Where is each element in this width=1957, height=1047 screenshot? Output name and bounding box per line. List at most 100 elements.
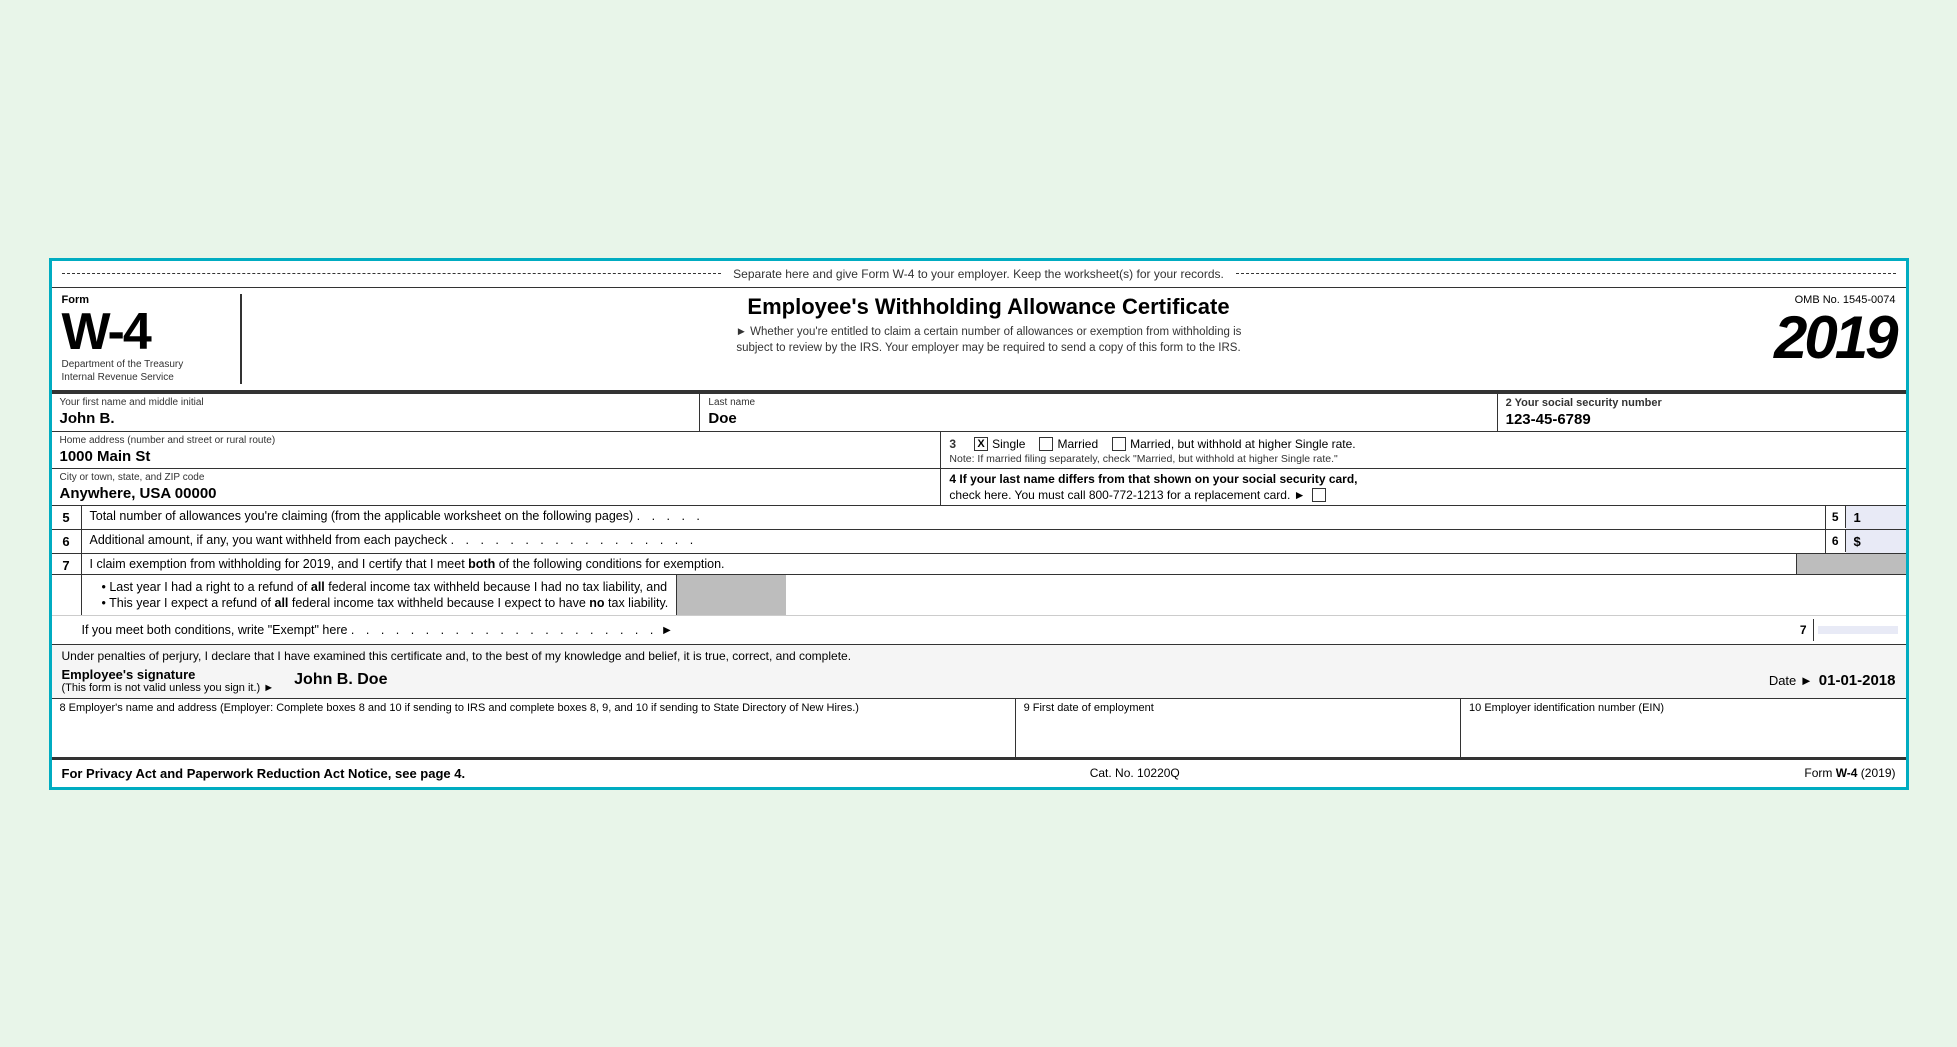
field3-number: 3 bbox=[949, 437, 956, 451]
single-option[interactable]: Single bbox=[974, 437, 1025, 451]
dept2: Internal Revenue Service bbox=[62, 371, 174, 384]
row5: 5 Total number of allowances you're clai… bbox=[52, 506, 1906, 530]
filing-note: Note: If married filing separately, chec… bbox=[949, 453, 1897, 465]
form-name: W-4 bbox=[62, 306, 150, 358]
separator-left-dashes bbox=[62, 273, 722, 274]
married-higher-option[interactable]: Married, but withhold at higher Single r… bbox=[1112, 437, 1355, 451]
first-name-value: John B. bbox=[60, 408, 692, 427]
row5-box: 5 1 bbox=[1825, 506, 1906, 529]
header-right: OMB No. 1545-0074 2019 bbox=[1736, 294, 1896, 384]
row5-dots: . . . . . bbox=[637, 509, 704, 523]
address-cell: Home address (number and street or rural… bbox=[52, 432, 942, 468]
row7-main-text: I claim exemption from withholding for 2… bbox=[82, 554, 1796, 574]
form-logo: Form W-4 Department of the Treasury Inte… bbox=[62, 294, 242, 384]
row6-box: 6 $ bbox=[1825, 530, 1906, 553]
row7-box-area: 7 bbox=[1794, 619, 1898, 641]
signature-section: Under penalties of perjury, I declare th… bbox=[52, 645, 1906, 699]
employer-name-cell: 8 Employer's name and address (Employer:… bbox=[52, 699, 1016, 757]
last-name-value: Doe bbox=[708, 408, 1488, 427]
row6-content: Additional amount, if any, you want with… bbox=[82, 530, 1825, 553]
city-cell: City or town, state, and ZIP code Anywhe… bbox=[52, 469, 942, 505]
row5-number: 5 bbox=[52, 506, 82, 529]
footer-center: Cat. No. 10220Q bbox=[1090, 766, 1180, 780]
row7-bullets-wrapper: • Last year I had a right to a refund of… bbox=[52, 575, 1906, 616]
sig-left: Employee's signature (This form is not v… bbox=[62, 667, 275, 694]
married-label: Married bbox=[1057, 437, 1098, 451]
employer-date-label: 9 First date of employment bbox=[1024, 702, 1452, 714]
separator-right-dashes bbox=[1236, 273, 1896, 274]
address-filing-row: Home address (number and street or rural… bbox=[52, 432, 1906, 469]
row7-side-grey bbox=[1796, 554, 1906, 574]
w4-form: Separate here and give Form W-4 to your … bbox=[49, 258, 1909, 790]
penalty-text: Under penalties of perjury, I declare th… bbox=[62, 649, 1896, 663]
employer-date-value bbox=[1024, 714, 1452, 754]
signature-row: Employee's signature (This form is not v… bbox=[62, 667, 1896, 694]
row6-dots: . . . . . . . . . . . . . . . . . bbox=[451, 533, 698, 547]
sscard-cell: 4 If your last name differs from that sh… bbox=[941, 469, 1905, 505]
date-label: Date ► bbox=[1769, 673, 1813, 688]
subtitle1: ► Whether you're entitled to claim a cer… bbox=[262, 324, 1716, 340]
single-label: Single bbox=[992, 437, 1025, 451]
row5-box-label: 5 bbox=[1826, 506, 1846, 528]
sig-date-area: Date ► 01-01-2018 bbox=[1769, 672, 1896, 689]
employer-ein-value bbox=[1469, 714, 1897, 754]
last-name-label: Last name bbox=[708, 397, 1488, 408]
sscard-text2: check here. You must call 800-772-1213 f… bbox=[949, 488, 1305, 502]
signature-value: John B. Doe bbox=[294, 671, 1749, 689]
employer-ein-cell: 10 Employer identification number (EIN) bbox=[1461, 699, 1905, 757]
row7-exempt-text: If you meet both conditions, write "Exem… bbox=[82, 623, 674, 637]
row7-side-grey2 bbox=[676, 575, 786, 615]
tax-year: 2019 bbox=[1774, 308, 1895, 368]
footer-right: Form W-4 (2019) bbox=[1804, 766, 1895, 780]
date-value: 01-01-2018 bbox=[1819, 672, 1896, 689]
last-name-cell: Last name Doe bbox=[700, 394, 1497, 431]
employer-name-label: 8 Employer's name and address (Employer:… bbox=[60, 702, 1007, 714]
row7-bullets: • Last year I had a right to a refund of… bbox=[82, 575, 677, 615]
row7-header: 7 I claim exemption from withholding for… bbox=[52, 554, 1906, 575]
footer-right-bold: W-4 bbox=[1836, 766, 1858, 780]
row7-box-value[interactable] bbox=[1818, 626, 1898, 634]
separator-text: Separate here and give Form W-4 to your … bbox=[721, 267, 1236, 281]
footer-right-post: (2019) bbox=[1857, 766, 1895, 780]
bullet1: • Last year I had a right to a refund of… bbox=[102, 580, 669, 594]
row6-box-label: 6 bbox=[1826, 530, 1846, 552]
row7-number: 7 bbox=[52, 554, 82, 574]
separator-row: Separate here and give Form W-4 to your … bbox=[52, 261, 1906, 288]
employer-date-cell: 9 First date of employment bbox=[1016, 699, 1461, 757]
name-row: Your first name and middle initial John … bbox=[52, 394, 1906, 432]
row6-number: 6 bbox=[52, 530, 82, 553]
row5-content: Total number of allowances you're claimi… bbox=[82, 506, 1825, 529]
row6-box-value: $ bbox=[1846, 530, 1906, 553]
filing-options: 3 Single Married Married, but withhold a… bbox=[949, 437, 1897, 451]
married-checkbox[interactable] bbox=[1039, 437, 1053, 451]
employer-row: 8 Employer's name and address (Employer:… bbox=[52, 699, 1906, 758]
first-name-label: Your first name and middle initial bbox=[60, 397, 692, 408]
footer-right-pre: Form bbox=[1804, 766, 1835, 780]
row7-exempt-content: If you meet both conditions, write "Exem… bbox=[82, 623, 1794, 637]
main-title: Employee's Withholding Allowance Certifi… bbox=[262, 294, 1716, 320]
city-sscard-row: City or town, state, and ZIP code Anywhe… bbox=[52, 469, 1906, 506]
row7-box-label: 7 bbox=[1794, 619, 1814, 641]
sscard-checkbox[interactable] bbox=[1312, 488, 1326, 502]
row5-text: Total number of allowances you're claimi… bbox=[90, 509, 634, 523]
footer-row: For Privacy Act and Paperwork Reduction … bbox=[52, 758, 1906, 787]
form-body: Your first name and middle initial John … bbox=[52, 392, 1906, 758]
row7-exempt-row: If you meet both conditions, write "Exem… bbox=[52, 616, 1906, 644]
married-higher-checkbox[interactable] bbox=[1112, 437, 1126, 451]
married-option[interactable]: Married bbox=[1039, 437, 1098, 451]
row6: 6 Additional amount, if any, you want wi… bbox=[52, 530, 1906, 554]
employer-name-value bbox=[60, 714, 1007, 754]
employer-ein-label: 10 Employer identification number (EIN) bbox=[1469, 702, 1897, 714]
employee-sig-label: Employee's signature bbox=[62, 667, 275, 682]
single-checkbox[interactable] bbox=[974, 437, 988, 451]
city-label: City or town, state, and ZIP code bbox=[60, 472, 933, 483]
bullet2: • This year I expect a refund of all fed… bbox=[102, 596, 669, 610]
row7-spacer bbox=[52, 575, 82, 615]
city-value: Anywhere, USA 00000 bbox=[60, 483, 933, 502]
row7-header-text: I claim exemption from withholding for 2… bbox=[90, 557, 725, 571]
header-row: Form W-4 Department of the Treasury Inte… bbox=[52, 288, 1906, 392]
address-label: Home address (number and street or rural… bbox=[60, 435, 933, 446]
married-higher-label: Married, but withhold at higher Single r… bbox=[1130, 437, 1355, 451]
ssn-label: 2 Your social security number bbox=[1506, 397, 1898, 409]
row6-text: Additional amount, if any, you want with… bbox=[90, 533, 448, 547]
